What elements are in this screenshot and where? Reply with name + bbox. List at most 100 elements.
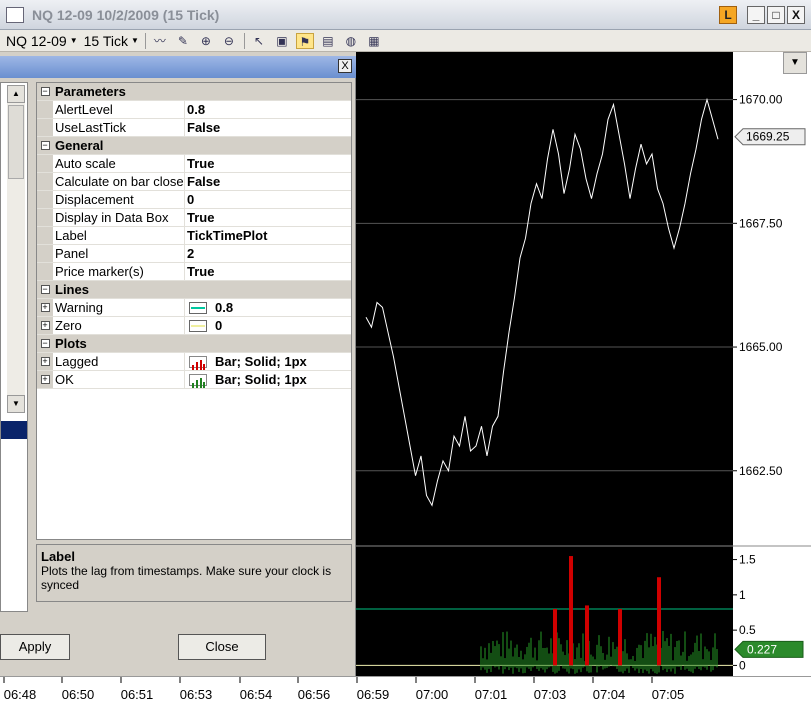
dialog-title-bar[interactable]: X xyxy=(0,56,356,78)
property-value-text: False xyxy=(187,120,221,135)
property-grid: − Parameters AlertLevel 0.8 UseLastTick False… xyxy=(36,82,352,540)
expand-icon[interactable]: + xyxy=(40,357,50,366)
property-row[interactable]: + Zero 0 xyxy=(37,317,351,335)
property-name: Warning xyxy=(53,299,185,316)
property-name: Parameters xyxy=(55,84,126,99)
property-row[interactable]: UseLastTick False xyxy=(37,119,351,137)
property-row[interactable]: Display in Data Box True xyxy=(37,209,351,227)
indicator-list[interactable]: ▲ ▼ xyxy=(0,82,28,612)
property-value[interactable]: False xyxy=(185,119,351,136)
property-name: General xyxy=(55,138,104,153)
zoom-out-icon[interactable]: ⊖ xyxy=(220,33,238,49)
property-row[interactable]: + OK Bar; Solid; 1px xyxy=(37,371,351,389)
close-button[interactable]: Close xyxy=(178,634,266,660)
property-value[interactable]: 0 xyxy=(185,191,351,208)
collapse-icon[interactable]: − xyxy=(40,339,50,348)
time-tick-label: 06:56 xyxy=(298,687,331,702)
indicators-icon[interactable]: ⚑ xyxy=(295,32,314,49)
property-row[interactable]: + Warning 0.8 xyxy=(37,299,351,317)
chart-plot[interactable] xyxy=(356,52,733,676)
interval-selector[interactable]: 15 Tick ▼ xyxy=(84,33,139,49)
price-axis-labels: 1670.00 1667.50 1665.00 1662.50 1669.25 1.5 1 0… xyxy=(733,93,811,672)
property-category[interactable]: − General xyxy=(37,137,351,155)
row-margin: − xyxy=(37,137,53,154)
property-category[interactable]: − Plots xyxy=(37,335,351,353)
expand-icon[interactable]: + xyxy=(40,375,50,384)
property-value[interactable]: False xyxy=(185,173,351,190)
strategies-icon[interactable]: ▤ xyxy=(319,33,337,49)
time-tick-label: 06:51 xyxy=(121,687,154,702)
globe-icon[interactable]: ◍ xyxy=(342,33,360,49)
selected-indicator[interactable] xyxy=(1,421,27,439)
property-row[interactable]: Displacement 0 xyxy=(37,191,351,209)
dialog-close-button[interactable]: X xyxy=(338,59,352,73)
property-row[interactable]: Label TickTimePlot xyxy=(37,227,351,245)
property-value[interactable]: 2 xyxy=(185,245,351,262)
expand-icon[interactable]: + xyxy=(40,303,50,312)
property-row[interactable]: Panel 2 xyxy=(37,245,351,263)
property-row[interactable]: Auto scale True xyxy=(37,155,351,173)
property-row[interactable]: + Lagged Bar; Solid; 1px xyxy=(37,353,351,371)
property-name: Calculate on bar close xyxy=(55,173,185,190)
property-value[interactable]: 0 xyxy=(185,317,351,334)
link-button[interactable]: L xyxy=(719,6,737,24)
time-tick-label: 07:00 xyxy=(416,687,449,702)
property-value[interactable]: True xyxy=(185,155,351,172)
property-category[interactable]: − Lines xyxy=(37,281,351,299)
toolbar: NQ 12-09 ▼ 15 Tick ▼ 〰 ✎ ⊕ ⊖ ↖ ▣ ⚑ ▤ ◍ ▦ xyxy=(0,30,811,52)
property-value[interactable]: 0.8 xyxy=(185,101,351,118)
chevron-down-icon: ▼ xyxy=(69,36,78,45)
apply-button[interactable]: Apply xyxy=(0,634,70,660)
data-box-icon[interactable]: ▣ xyxy=(273,33,291,49)
zoom-in-icon[interactable]: ⊕ xyxy=(197,33,215,49)
collapse-icon[interactable]: − xyxy=(40,87,50,96)
property-value[interactable]: Bar; Solid; 1px xyxy=(185,371,351,388)
scroll-down-icon[interactable]: ▼ xyxy=(7,395,25,413)
properties-icon[interactable]: ▦ xyxy=(365,33,383,49)
time-axis[interactable]: 06:48 06:50 06:51 06:53 06:54 06:56 06:59 07:00… xyxy=(0,676,811,715)
property-value[interactable]: TickTimePlot xyxy=(185,227,351,244)
property-value[interactable]: Bar; Solid; 1px xyxy=(185,353,351,370)
instrument-selector[interactable]: NQ 12-09 ▼ xyxy=(6,33,78,49)
scrollbar-thumb[interactable] xyxy=(8,105,24,179)
property-value-text: True xyxy=(187,264,215,279)
property-name: Plots xyxy=(55,336,87,351)
close-window-button[interactable]: X xyxy=(787,6,805,24)
lagged-bar xyxy=(553,608,557,666)
scroll-menu-icon[interactable]: ▼ xyxy=(783,52,807,74)
property-name: UseLastTick xyxy=(53,119,185,136)
collapse-icon[interactable]: − xyxy=(40,141,50,150)
line-color-swatch xyxy=(189,301,207,314)
property-value-text: 0.8 xyxy=(215,300,234,315)
property-row[interactable]: Price marker(s) True xyxy=(37,263,351,281)
collapse-icon[interactable]: − xyxy=(40,285,50,294)
property-value[interactable]: True xyxy=(185,263,351,280)
property-row[interactable]: Calculate on bar close False xyxy=(37,173,351,191)
pen-icon[interactable]: ✎ xyxy=(174,33,192,49)
indicator-properties-dialog: X ▲ ▼ − Parameters AlertLevel 0.8 UseLastTic… xyxy=(0,56,356,680)
property-value-text: 0.8 xyxy=(187,102,206,117)
maximize-button[interactable]: □ xyxy=(767,6,785,24)
property-value[interactable]: 0.8 xyxy=(185,299,351,316)
drawing-tools-icon[interactable]: 〰 xyxy=(151,33,169,49)
chart-area[interactable] xyxy=(356,52,733,676)
property-value[interactable]: True xyxy=(185,209,351,226)
property-category[interactable]: − Parameters xyxy=(37,83,351,101)
time-tick-label: 06:54 xyxy=(240,687,273,702)
expand-icon[interactable]: + xyxy=(40,321,50,330)
row-margin xyxy=(37,209,53,226)
scroll-up-icon[interactable]: ▲ xyxy=(7,85,25,103)
property-value-text: False xyxy=(187,174,221,189)
pointer-icon[interactable]: ↖ xyxy=(250,33,268,49)
title-bar[interactable]: NQ 12-09 10/2/2009 (15 Tick) L _ □ X xyxy=(0,0,811,30)
toolbar-divider xyxy=(243,32,245,49)
property-row[interactable]: AlertLevel 0.8 xyxy=(37,101,351,119)
property-name: Auto scale xyxy=(53,155,185,172)
property-name: Zero xyxy=(53,317,185,334)
window-title: NQ 12-09 10/2/2009 (15 Tick) xyxy=(32,6,220,23)
price-axis[interactable]: 1670.00 1667.50 1665.00 1662.50 1669.25 1.5 1 0… xyxy=(733,52,811,676)
property-value-text: 0 xyxy=(187,192,195,207)
line-color-swatch xyxy=(189,319,207,332)
row-margin: + xyxy=(37,317,53,334)
minimize-button[interactable]: _ xyxy=(747,6,765,24)
